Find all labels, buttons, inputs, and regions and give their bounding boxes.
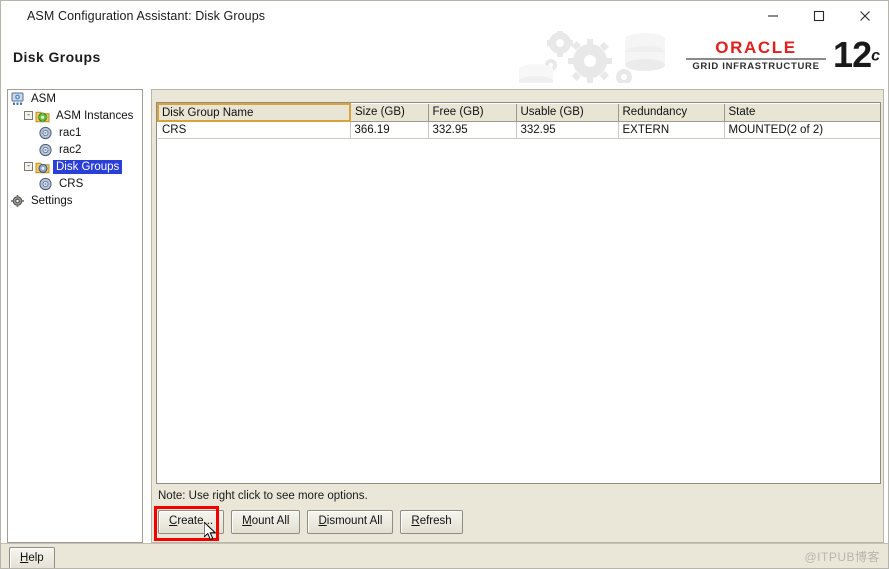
- button-mnemonic: M: [242, 515, 252, 527]
- watermark-text: @ITPUB博客: [804, 550, 880, 564]
- cell-free-gb: 332.95: [428, 121, 517, 139]
- folder-disk-icon: [35, 160, 50, 174]
- button-label-rest: ount All: [251, 515, 290, 527]
- page-banner: Disk Groups ORACLE GRID INFRASTRUCTURE 1…: [1, 31, 888, 83]
- table-row[interactable]: CRS 366.19 332.95 332.95 EXTERN MOUNTED(2 of …: [158, 121, 880, 139]
- tree-node-rac1[interactable]: rac1: [8, 124, 142, 141]
- column-header-free-gb[interactable]: Free (GB): [428, 104, 517, 122]
- tree-node-asm-instances[interactable]: - ASM Instances: [8, 107, 142, 124]
- maximize-icon[interactable]: [796, 1, 842, 31]
- oracle-product-name: GRID INFRASTRUCTURE: [692, 61, 820, 72]
- folder-gear-icon: [35, 109, 50, 123]
- diskgroup-disc-icon: [38, 177, 53, 191]
- window-title: ASM Configuration Assistant: Disk Groups: [27, 9, 266, 23]
- button-label-rest: efresh: [419, 515, 452, 527]
- tree-node-label: Settings: [31, 194, 73, 207]
- tree-node-label: Disk Groups: [53, 159, 123, 174]
- help-button[interactable]: Help: [9, 547, 55, 568]
- tree-node-settings[interactable]: Settings: [8, 192, 142, 209]
- oracle-divider: [686, 58, 826, 60]
- button-mnemonic: D: [318, 515, 327, 527]
- cell-size-gb: 366.19: [350, 121, 429, 139]
- bottom-bar: Help @ITPUB博客: [1, 543, 888, 568]
- button-label-rest: ismount All: [326, 515, 383, 527]
- tree-node-rac2[interactable]: rac2: [8, 141, 142, 158]
- disk-groups-main-panel: Disk Group Name Size (GB) Free (GB) Usable …: [151, 89, 884, 543]
- tree-node-label: rac2: [59, 143, 82, 156]
- version-suffix: c: [871, 47, 880, 65]
- window-controls: [750, 1, 888, 31]
- cell-disk-group-name: CRS: [158, 121, 351, 139]
- gears-database-art: [519, 31, 665, 83]
- cell-redundancy: EXTERN: [618, 121, 725, 139]
- cell-usable-gb: 332.95: [516, 121, 619, 139]
- column-header-usable-gb[interactable]: Usable (GB): [516, 104, 619, 122]
- tree-expander-icon[interactable]: -: [24, 111, 33, 120]
- oracle-logo: ORACLE GRID INFRASTRUCTURE: [686, 39, 826, 72]
- tree-node-label: ASM Instances: [56, 109, 134, 122]
- help-label-rest: elp: [28, 552, 44, 564]
- table-header-row: Disk Group Name Size (GB) Free (GB) Usable …: [157, 103, 880, 122]
- disk-groups-table: Disk Group Name Size (GB) Free (GB) Usable …: [157, 103, 880, 139]
- mount-all-button[interactable]: Mount All: [231, 510, 301, 534]
- close-icon[interactable]: [842, 1, 888, 31]
- mouse-pointer-icon: [204, 522, 217, 541]
- tree-node-label: ASM: [31, 92, 56, 105]
- tree-node-crs[interactable]: CRS: [8, 175, 142, 192]
- refresh-button[interactable]: Refresh: [400, 510, 463, 534]
- disk-groups-table-container[interactable]: Disk Group Name Size (GB) Free (GB) Usable …: [156, 102, 881, 484]
- column-header-state[interactable]: State: [724, 104, 880, 122]
- column-header-size-gb[interactable]: Size (GB): [350, 104, 429, 122]
- asm-configuration-assistant-window: ASM Configuration Assistant: Disk Groups…: [0, 0, 889, 569]
- note-text: Note: Use right click to see more option…: [158, 490, 368, 502]
- cell-state: MOUNTED(2 of 2): [724, 121, 880, 139]
- tree-node-asm[interactable]: ASM: [8, 90, 142, 107]
- version-number: 12: [833, 34, 872, 75]
- tree-expander-icon[interactable]: -: [24, 162, 33, 171]
- oracle-wordmark: ORACLE: [715, 38, 797, 57]
- instance-disc-icon: [38, 126, 53, 140]
- tree-node-disk-groups[interactable]: - Disk Groups: [8, 158, 142, 175]
- column-header-redundancy[interactable]: Redundancy: [618, 104, 725, 122]
- button-mnemonic: R: [411, 515, 420, 527]
- window-titlebar: ASM Configuration Assistant: Disk Groups: [1, 1, 888, 31]
- navigation-tree[interactable]: ASM - ASM Instances rac1 rac2 - Disk Groups CRS…: [7, 89, 143, 543]
- asm-server-icon: [10, 92, 25, 106]
- minimize-icon[interactable]: [750, 1, 796, 31]
- version-logo: 12c: [833, 37, 880, 73]
- instance-disc-icon: [38, 143, 53, 157]
- settings-gear-icon: [10, 194, 25, 208]
- page-title: Disk Groups: [13, 49, 101, 65]
- tree-node-label: CRS: [59, 177, 84, 190]
- dismount-all-button[interactable]: Dismount All: [307, 510, 394, 534]
- tree-node-label: rac1: [59, 126, 82, 139]
- column-header-disk-group-name[interactable]: Disk Group Name: [157, 103, 351, 122]
